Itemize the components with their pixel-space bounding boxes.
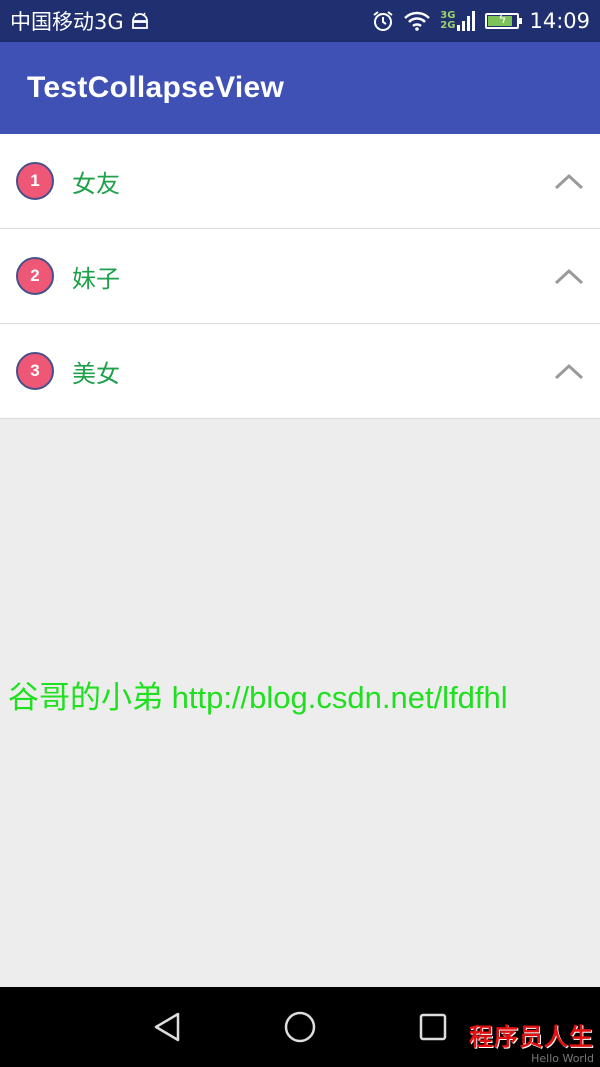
logo-text: 程序员人生 [469,1023,594,1051]
wifi-icon [404,11,431,31]
back-icon[interactable] [147,1007,187,1047]
signal-icon: 3G 2G [440,11,476,31]
item-label: 美女 [72,359,120,388]
number-badge: 1 [16,162,54,200]
alarm-icon [372,10,394,32]
number-badge: 3 [16,352,54,390]
recents-icon[interactable] [413,1007,453,1047]
number-badge: 2 [16,257,54,295]
blog-watermark: 谷哥的小弟 http://blog.csdn.net/lfdfhl [8,680,508,715]
app-bar: TestCollapseView [0,42,600,134]
chevron-up-icon[interactable] [554,266,584,286]
home-icon[interactable] [280,1007,320,1047]
item-label: 妹子 [72,264,120,293]
item-label: 女友 [72,169,120,198]
navigation-bar: 程序员人生 Hello World [0,987,600,1067]
app-title: TestCollapseView [27,71,285,104]
collapse-item-3[interactable]: 3 美女 [0,324,600,419]
collapse-item-2[interactable]: 2 妹子 [0,229,600,324]
logo-subtext: Hello World [531,1052,594,1065]
chevron-up-icon[interactable] [554,361,584,381]
chevron-up-icon[interactable] [554,171,584,191]
battery-icon: ϟ [485,12,523,29]
charging-icon: ϟ [498,12,507,26]
collapse-item-1[interactable]: 1 女友 [0,134,600,229]
android-icon [130,12,150,30]
net-type-bottom: 2G [440,20,456,31]
collapse-list: 1 女友 2 妹子 3 美女 [0,134,600,419]
carrier-label: 中国移动3G [10,10,124,34]
status-bar: 中国移动3G 3G 2G ϟ 14:09 [0,0,600,42]
site-logo: 程序员人生 Hello World [469,1017,594,1065]
clock: 14:09 [529,9,590,33]
